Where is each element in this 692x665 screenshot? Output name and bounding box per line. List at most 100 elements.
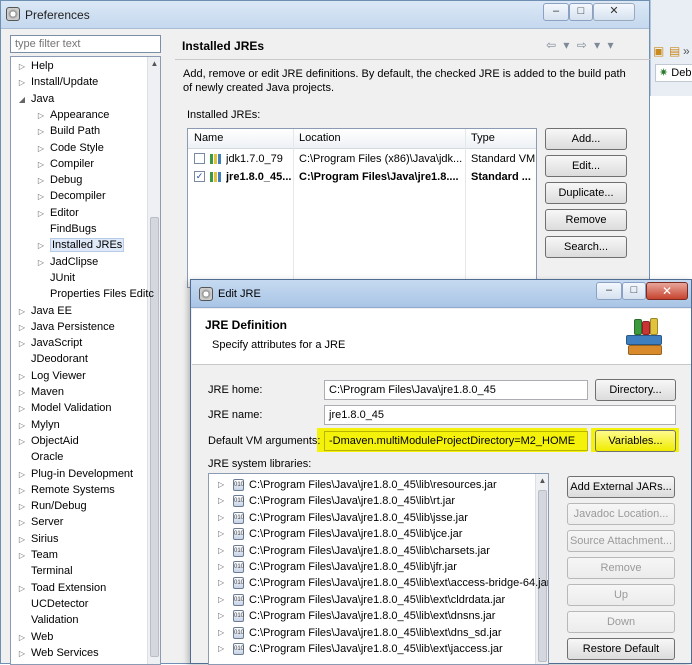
tree-item[interactable]: ▷ Web Services [17, 645, 99, 661]
move-down-button[interactable]: Down [567, 611, 675, 633]
list-item[interactable]: ▷ 010 C:\Program Files\Java\jre1.8.0_45\li… [209, 493, 534, 509]
expand-arrow-icon[interactable]: ▷ [17, 630, 27, 646]
remove-library-button[interactable]: Remove [567, 557, 675, 579]
list-item[interactable]: ▷ 010 C:\Program Files\Java\jre1.8.0_45\li… [209, 575, 548, 591]
tree-item[interactable]: Oracle [17, 449, 63, 465]
expand-arrow-icon[interactable]: ▷ [36, 173, 46, 189]
move-up-button[interactable]: Up [567, 584, 675, 606]
expand-arrow-icon[interactable]: ▷ [17, 515, 27, 531]
expand-arrow-icon[interactable]: ▷ [36, 141, 46, 157]
expand-arrow-icon[interactable]: ▷ [36, 255, 46, 271]
list-item[interactable]: ▷ 010 C:\Program Files\Java\jre1.8.0_45\li… [209, 641, 534, 657]
list-item[interactable]: ▷ 010 C:\Program Files\Java\jre1.8.0_45\li… [209, 526, 534, 542]
expand-arrow-icon[interactable]: ▷ [36, 108, 46, 124]
list-item[interactable]: ▷ 010 C:\Program Files\Java\jre1.8.0_45\li… [209, 543, 534, 559]
tree-item[interactable]: ▷ Help [17, 58, 54, 74]
tree-item[interactable]: ▷ Maven [17, 384, 64, 400]
expand-arrow-icon[interactable]: ▷ [17, 532, 27, 548]
minimize-button[interactable]: – [543, 3, 569, 21]
list-item[interactable]: ▷ 010 C:\Program Files\Java\jre1.8.0_45\li… [209, 559, 534, 575]
duplicate-jre-button[interactable]: Duplicate... [545, 182, 627, 204]
navigation-arrows-icon[interactable]: ⇦ ▾ ⇨ ▾ ▾ [546, 38, 616, 52]
expand-arrow-icon[interactable]: ▷ [218, 477, 224, 493]
tree-item[interactable]: ▷ Log Viewer [17, 368, 86, 384]
dialog-maximize-button[interactable]: □ [622, 282, 646, 300]
tree-item[interactable]: ▷ Remote Systems [17, 482, 115, 498]
tree-item[interactable]: Terminal [17, 563, 73, 579]
dialog-minimize-button[interactable]: – [596, 282, 622, 300]
scroll-up-arrow-icon[interactable]: ▲ [148, 59, 160, 68]
javadoc-location-button[interactable]: Javadoc Location... [567, 503, 675, 525]
tree-item[interactable]: ▷ Debug [36, 172, 83, 189]
expand-arrow-icon[interactable]: ▷ [17, 59, 27, 75]
tree-item[interactable]: ▷ Mylyn [17, 417, 60, 433]
jre-checkbox[interactable]: ✓ [194, 171, 205, 182]
expand-arrow-icon[interactable]: ▷ [36, 238, 46, 254]
tree-item[interactable]: ▷ Build Path [36, 123, 100, 139]
tree-item[interactable]: ▷ Code Style [36, 140, 104, 156]
expand-arrow-icon[interactable]: ▷ [218, 510, 224, 526]
expand-arrow-icon[interactable]: ▷ [218, 543, 224, 559]
expand-arrow-icon[interactable]: ▷ [17, 75, 27, 91]
restore-default-button[interactable]: Restore Default [567, 638, 675, 660]
expand-arrow-icon[interactable]: ▷ [218, 526, 224, 542]
expanded-arrow-icon[interactable]: ◢ [17, 92, 27, 108]
tree-item[interactable]: ▷ ObjectAid [17, 433, 79, 449]
expand-arrow-icon[interactable]: ▷ [17, 401, 27, 417]
scroll-up-arrow-icon[interactable]: ▲ [536, 476, 548, 485]
expand-arrow-icon[interactable]: ▷ [17, 434, 27, 450]
expand-arrow-icon[interactable]: ▷ [218, 641, 224, 657]
tree-item[interactable]: ▷ Decompiler [36, 188, 106, 204]
expand-arrow-icon[interactable]: ▷ [17, 467, 27, 483]
vm-args-field[interactable]: -Dmaven.multiModuleProjectDirectory=M2_H… [324, 431, 588, 451]
expand-arrow-icon[interactable]: ▷ [218, 493, 224, 509]
overflow-icon[interactable]: » [683, 44, 690, 58]
scroll-thumb[interactable] [150, 217, 159, 657]
expand-arrow-icon[interactable]: ▷ [218, 575, 224, 591]
tree-item[interactable]: ▷ Java Persistence [17, 319, 115, 335]
expand-arrow-icon[interactable]: ▷ [36, 157, 46, 173]
tree-item[interactable]: ▷ Team [17, 547, 58, 563]
tree-item[interactable]: JUnit [36, 270, 75, 286]
directory-button[interactable]: Directory... [595, 379, 676, 401]
tree-item[interactable]: ▷ Web [17, 629, 54, 646]
expand-arrow-icon[interactable]: ▷ [36, 189, 46, 205]
toolbar-icon[interactable]: ▣ [653, 44, 664, 58]
expand-arrow-icon[interactable]: ▷ [17, 336, 27, 352]
expand-arrow-icon[interactable]: ▷ [17, 581, 27, 597]
jre-home-field[interactable]: C:\Program Files\Java\jre1.8.0_45 [324, 380, 588, 400]
remove-jre-button[interactable]: Remove [545, 209, 627, 231]
tree-item[interactable]: UCDetector [17, 596, 88, 612]
jre-checkbox[interactable] [194, 153, 205, 164]
list-item[interactable]: ▷ 010 C:\Program Files\Java\jre1.8.0_45\li… [209, 477, 534, 493]
tree-item[interactable]: ▷ Appearance [36, 107, 109, 123]
tree-item[interactable]: ▷ Run/Debug [17, 498, 87, 514]
column-header-type[interactable]: Type [471, 132, 495, 144]
close-button[interactable]: ✕ [593, 3, 635, 21]
tree-item[interactable]: ▷ JavaScript [17, 335, 82, 351]
add-external-jars-button[interactable]: Add External JARs... [567, 476, 675, 498]
tree-item[interactable]: ▷ Compiler [36, 156, 94, 172]
tree-item[interactable]: ▷ Java EE [17, 303, 72, 319]
list-item[interactable]: ▷ 010 C:\Program Files\Java\jre1.8.0_45\li… [209, 625, 534, 641]
expand-arrow-icon[interactable]: ▷ [17, 304, 27, 320]
list-item[interactable]: ▷ 010 C:\Program Files\Java\jre1.8.0_45\li… [209, 592, 534, 608]
expand-arrow-icon[interactable]: ▷ [218, 559, 224, 575]
list-item[interactable]: ▷ 010 C:\Program Files\Java\jre1.8.0_45\li… [209, 510, 534, 526]
filter-input[interactable] [10, 35, 161, 53]
variables-button[interactable]: Variables... [595, 430, 676, 452]
tree-item[interactable]: JDeodorant [17, 351, 88, 367]
edit-jre-button[interactable]: Edit... [545, 155, 627, 177]
expand-arrow-icon[interactable]: ▷ [17, 385, 27, 401]
expand-arrow-icon[interactable]: ▷ [17, 499, 27, 515]
tree-item[interactable]: ▷ JadClipse [36, 254, 98, 270]
dialog-close-button[interactable]: ✕ [646, 282, 688, 300]
tree-item[interactable]: ▷ Editor [36, 205, 79, 221]
source-attachment-button[interactable]: Source Attachment... [567, 530, 675, 552]
table-row[interactable]: ✓ jre1.8.0_45... C:\Program Files\Java\jre… [188, 168, 536, 186]
expand-arrow-icon[interactable]: ▷ [36, 206, 46, 222]
tree-item[interactable]: ◢ Java [17, 91, 54, 107]
tree-item[interactable]: ▷ Server [17, 514, 63, 530]
expand-arrow-icon[interactable]: ▷ [17, 483, 27, 499]
column-header-name[interactable]: Name [194, 132, 223, 144]
